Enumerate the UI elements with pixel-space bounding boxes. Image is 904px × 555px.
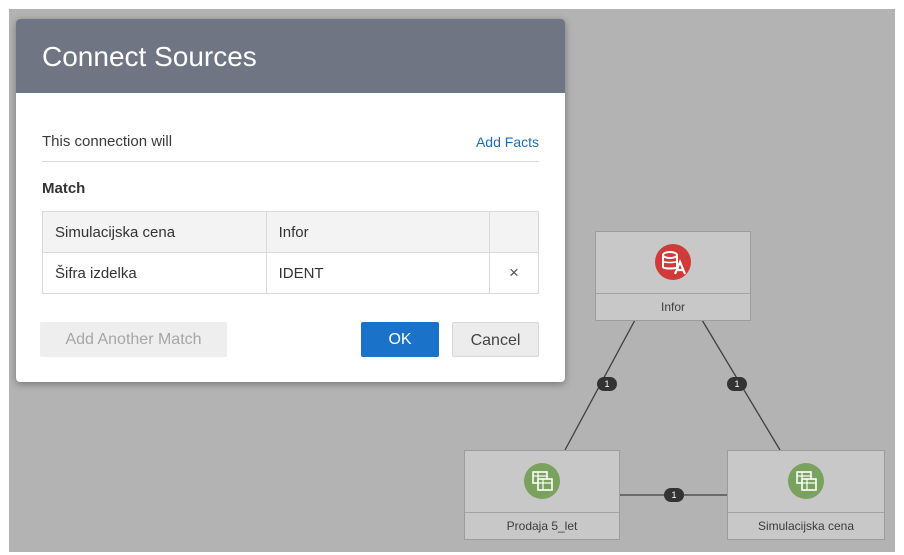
dataset-icon	[524, 463, 560, 499]
column-header: Infor	[265, 211, 491, 253]
remove-match-icon[interactable]: ×	[489, 252, 539, 294]
connect-sources-dialog: Connect Sources This connection will Add…	[16, 19, 565, 382]
dataset-icon	[788, 463, 824, 499]
table-row: Šifra izdelka IDENT ×	[42, 252, 539, 294]
dialog-header: Connect Sources	[16, 19, 565, 93]
match-left-field[interactable]: Šifra izdelka	[42, 252, 267, 294]
connection-text: This connection will	[42, 133, 173, 150]
node-label: Simulacijska cena	[728, 512, 884, 539]
table-header-row: Simulacijska cena Infor	[42, 211, 539, 253]
connection-summary-row: This connection will Add Facts	[42, 133, 539, 162]
match-right-field[interactable]: IDENT	[265, 252, 491, 294]
database-analytics-icon	[655, 244, 691, 280]
ok-button[interactable]: OK	[361, 322, 439, 357]
cancel-button[interactable]: Cancel	[452, 322, 539, 357]
link-count-badge[interactable]: 1	[727, 377, 747, 391]
add-another-match-button[interactable]: Add Another Match	[40, 322, 227, 357]
match-table: Simulacijska cena Infor Šifra izdelka ID…	[42, 211, 539, 294]
link-count-badge[interactable]: 1	[664, 488, 684, 502]
source-node-infor[interactable]: Infor	[595, 231, 751, 321]
link-count-badge[interactable]: 1	[597, 377, 617, 391]
column-header	[489, 211, 539, 253]
node-label: Prodaja 5_let	[465, 512, 619, 539]
column-header: Simulacijska cena	[42, 211, 267, 253]
dialog-title: Connect Sources	[42, 41, 257, 72]
match-section-title: Match	[42, 180, 86, 197]
source-node-simulacijska[interactable]: Simulacijska cena	[727, 450, 885, 540]
add-facts-link[interactable]: Add Facts	[476, 134, 539, 150]
source-node-prodaja[interactable]: Prodaja 5_let	[464, 450, 620, 540]
node-label: Infor	[596, 293, 750, 320]
